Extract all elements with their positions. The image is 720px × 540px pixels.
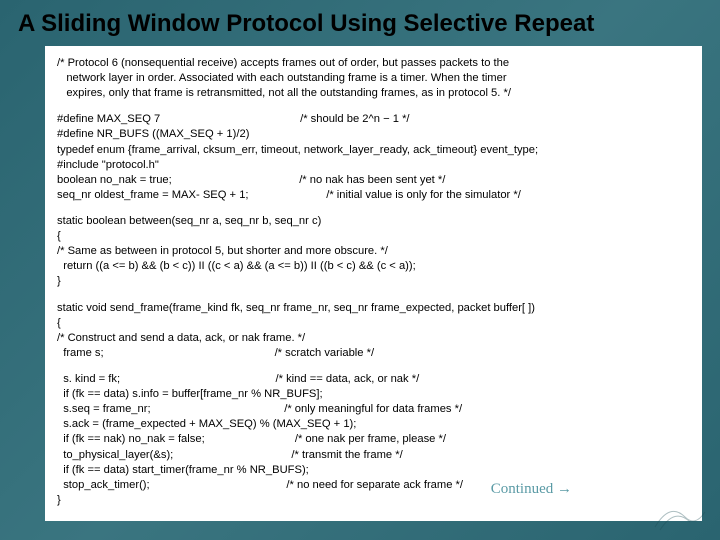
code-line: if (fk == nak) no_nak = false; /* one na… [57,432,690,447]
code-line: #define MAX_SEQ 7 /* should be 2^n − 1 *… [57,112,690,127]
code-line: frame s; /* scratch variable */ [57,346,690,361]
code-line: { [57,229,690,244]
code-line: #define NR_BUFS ((MAX_SEQ + 1)/2) [57,127,690,142]
code-line: network layer in order. Associated with … [57,71,690,86]
continued-text: Continued [491,481,554,497]
code-line: expires, only that frame is retransmitte… [57,86,690,101]
code-line: #include "protocol.h" [57,158,690,173]
code-line: } [57,274,690,289]
code-line: if (fk == data) s.info = buffer[frame_nr… [57,387,690,402]
code-line: /* Protocol 6 (nonsequential receive) ac… [57,56,690,71]
code-line: s.seq = frame_nr; /* only meaningful for… [57,402,690,417]
code-line: } [57,493,690,508]
code-line: static void send_frame(frame_kind fk, se… [57,301,690,316]
code-line: return ((a <= b) && (b < c)) II ((c < a)… [57,259,690,274]
code-line: stop_ack_timer(); /* no need for separat… [57,478,690,493]
code-line: s. kind = fk; /* kind == data, ack, or n… [57,372,690,387]
code-line: s.ack = (frame_expected + MAX_SEQ) % (MA… [57,417,690,432]
code-line: /* Construct and send a data, ack, or na… [57,331,690,346]
code-line: /* Same as between in protocol 5, but sh… [57,244,690,259]
code-line: to_physical_layer(&s); /* transmit the f… [57,448,690,463]
code-line: if (fk == data) start_timer(frame_nr % N… [57,463,690,478]
continued-label: Continued → [491,479,572,499]
slide-title: A Sliding Window Protocol Using Selectiv… [0,0,720,46]
corner-decoration-icon [650,492,710,532]
code-line: { [57,316,690,331]
code-line: boolean no_nak = true; /* no nak has bee… [57,173,690,188]
code-panel: /* Protocol 6 (nonsequential receive) ac… [45,46,702,521]
arrow-right-icon: → [557,480,572,497]
code-line: seq_nr oldest_frame = MAX- SEQ + 1; /* i… [57,188,690,203]
code-line: static boolean between(seq_nr a, seq_nr … [57,214,690,229]
code-line: typedef enum {frame_arrival, cksum_err, … [57,143,690,158]
